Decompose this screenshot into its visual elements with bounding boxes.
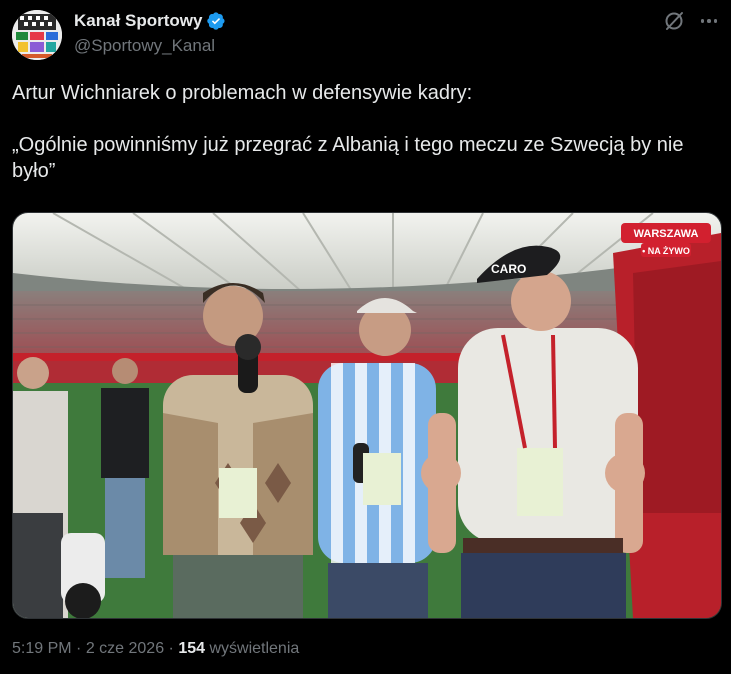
tweet-video[interactable]: CARO WARSZAWA • NA ŻYWO xyxy=(12,212,722,619)
live-badge-bottom: • NA ŻYWO xyxy=(642,246,690,256)
separator-dot: · xyxy=(164,640,179,657)
cap-brand: CARO xyxy=(491,262,526,276)
handle[interactable]: @Sportowy_Kanal xyxy=(74,36,215,56)
more-icon[interactable] xyxy=(697,10,721,32)
display-name[interactable]: Kanał Sportowy xyxy=(74,11,202,31)
tweet-text: Artur Wichniarek o problemach w defensyw… xyxy=(12,80,712,184)
live-badge-top: WARSZAWA xyxy=(634,228,699,240)
views-count: 154 xyxy=(178,640,206,657)
views-label: wyświetlenia xyxy=(205,640,300,657)
tweet-line-1: Artur Wichniarek o problemach w defensyw… xyxy=(12,82,473,104)
verified-badge-icon xyxy=(206,11,226,31)
tweet-date[interactable]: 2 cze 2026 xyxy=(86,640,164,657)
tweet-line-2: „Ogólnie powinniśmy już przegrać z Alban… xyxy=(12,134,684,182)
tweet-meta: 5:19 PM · 2 cze 2026 · 154 wyświetlenia xyxy=(12,640,299,658)
avatar[interactable] xyxy=(12,10,62,60)
grok-icon[interactable] xyxy=(663,10,685,32)
tweet-time[interactable]: 5:19 PM xyxy=(12,640,72,657)
separator-dot: · xyxy=(71,640,86,657)
